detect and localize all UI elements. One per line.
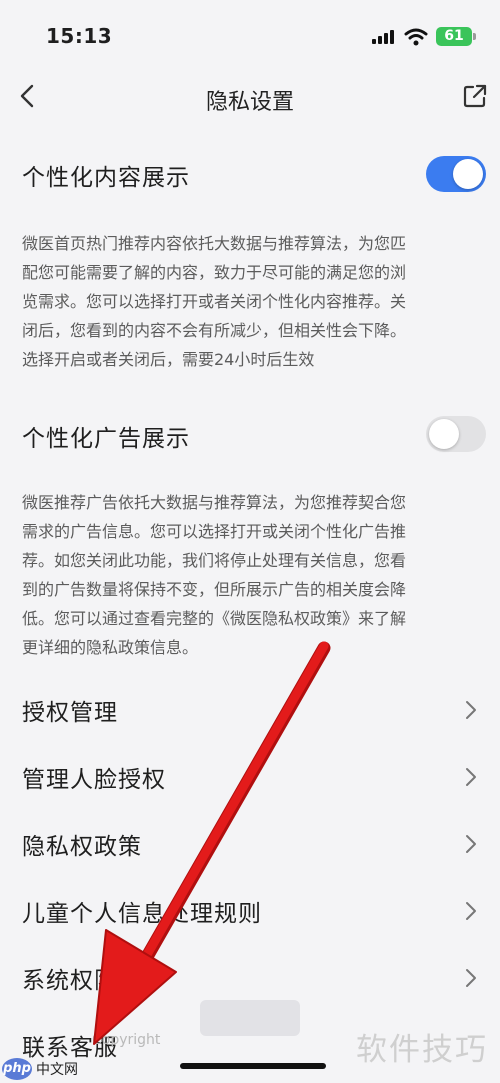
watermark-logo-text: 中文网 <box>36 1062 78 1078</box>
home-indicator <box>180 1063 326 1069</box>
php-logo-icon: php <box>2 1058 32 1080</box>
annotation-arrow <box>93 641 331 1045</box>
